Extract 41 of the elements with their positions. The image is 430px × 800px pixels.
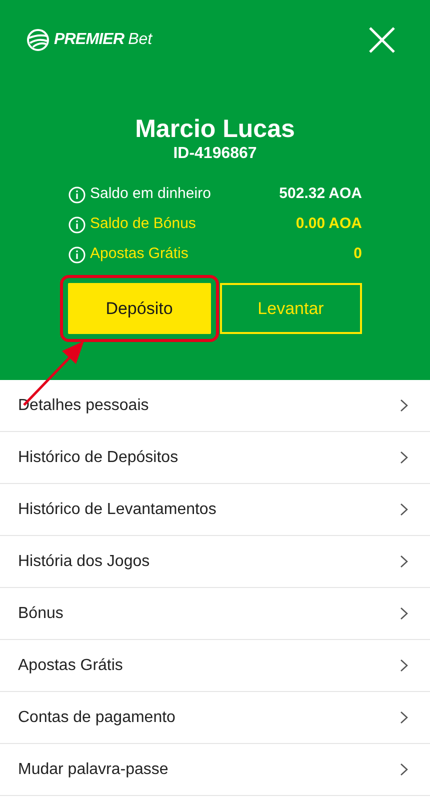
menu-item[interactable]: Histórico de Levantamentos [0, 484, 430, 536]
menu-item[interactable]: História dos Jogos [0, 536, 430, 588]
menu-item[interactable]: Histórico de Depósitos [0, 432, 430, 484]
ball-icon [26, 28, 50, 52]
balance-label: Saldo de Bónus [90, 214, 196, 234]
chevron-right-icon [400, 763, 408, 776]
chevron-right-icon [400, 555, 408, 568]
user-id: ID-4196867 [173, 144, 257, 164]
balance-value: 502.32 AOA [279, 184, 362, 204]
chevron-right-icon [400, 711, 408, 724]
balance-label: Apostas Grátis [90, 244, 188, 264]
logo-text: Bet [128, 30, 152, 50]
balance-value: 0 [354, 244, 362, 264]
menu-label: História dos Jogos [18, 552, 150, 572]
info-icon[interactable] [68, 216, 86, 234]
info-icon[interactable] [68, 246, 86, 264]
chevron-right-icon [400, 607, 408, 620]
menu-label: Bónus [18, 604, 64, 624]
menu-label: Contas de pagamento [18, 708, 176, 728]
user-name: Marcio Lucas [135, 114, 295, 144]
logo[interactable]: PREMIER Bet [26, 28, 152, 52]
menu-label: Detalhes pessoais [18, 396, 149, 416]
chevron-right-icon [400, 399, 408, 412]
chevron-right-icon [400, 659, 408, 672]
menu-item[interactable]: Contas de pagamento [0, 692, 430, 744]
menu-label: Histórico de Depósitos [18, 448, 178, 468]
menu-item[interactable]: Detalhes pessoais [0, 380, 430, 432]
menu-label: Mudar palavra-passe [18, 760, 168, 780]
menu-label: Apostas Grátis [18, 656, 123, 676]
balance-value: 0.00 AOA [296, 214, 362, 234]
info-icon[interactable] [68, 186, 86, 204]
close-button[interactable] [368, 26, 396, 54]
logo-text: PREMIER [54, 30, 124, 50]
chevron-right-icon [400, 503, 408, 516]
chevron-right-icon [400, 451, 408, 464]
balance-label: Saldo em dinheiro [90, 184, 211, 204]
menu-item[interactable]: Apostas Grátis [0, 640, 430, 692]
menu-label: Histórico de Levantamentos [18, 500, 216, 520]
menu-item[interactable]: Mudar palavra-passe [0, 744, 430, 796]
deposit-button[interactable]: Depósito [68, 283, 210, 334]
menu-item[interactable]: Bónus [0, 588, 430, 640]
